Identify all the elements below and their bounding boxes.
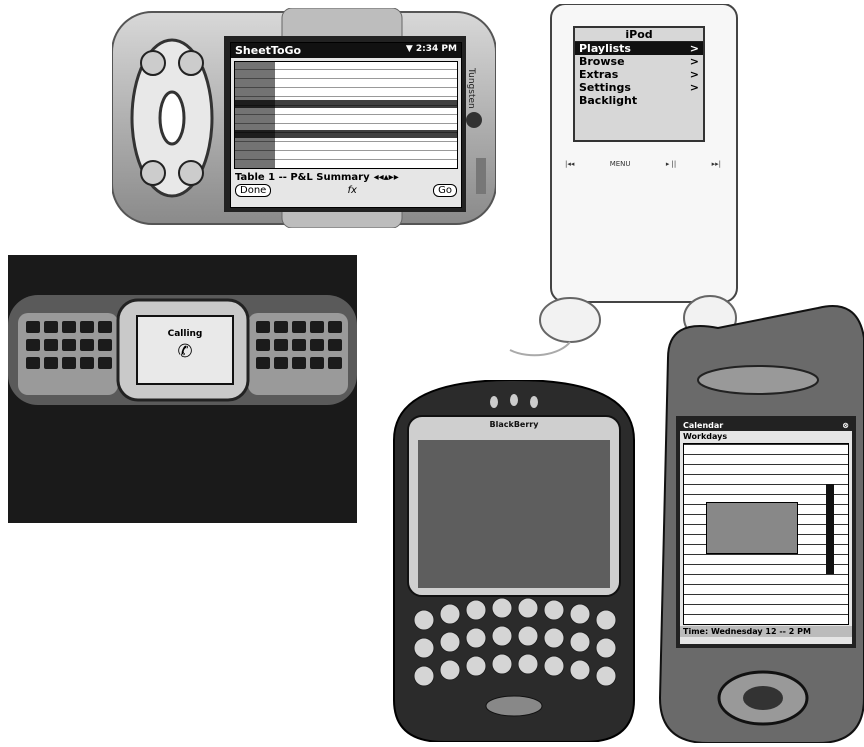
pda-device: Calendar ⊗ Workdays Time: Wednesday 12 -… <box>648 298 864 744</box>
ipod-screen: iPod Playlists > Browse > Extras > Settings… <box>573 26 705 142</box>
spreadsheet-grid[interactable] <box>234 61 458 169</box>
menu-item-settings[interactable]: Settings > <box>575 81 703 94</box>
menu-button[interactable]: MENU <box>610 160 631 168</box>
sheet-footer: Table 1 -- P&L Summary <box>235 172 370 183</box>
ipod-touch-buttons: |◂◂ MENU ▸ || ▸▸| <box>565 160 721 168</box>
pda-footer: Time: Wednesday 12 -- 2 PM <box>680 626 852 637</box>
app-title-bar: SheetToGo ▼ 2:34 PM <box>231 43 461 58</box>
chevron-right-icon: > <box>689 68 699 81</box>
ipod-device: iPod Playlists > Browse > Extras > Settings… <box>545 3 740 340</box>
play-pause-button[interactable]: ▸ || <box>666 160 676 168</box>
nokia-screen-text: Calling <box>167 329 203 339</box>
busy-column <box>826 484 834 574</box>
clock: ▼ 2:34 PM <box>405 44 457 54</box>
toolbar: Done fx Go <box>231 183 461 198</box>
app-title: SheetToGo <box>235 44 302 57</box>
menu-item-playlists[interactable]: Playlists > <box>575 42 703 55</box>
palm-device: SheetToGo ▼ 2:34 PM Table 1 -- P&L Summa… <box>111 7 497 229</box>
blackberry-device: BlackBerry <box>384 378 644 743</box>
chevron-right-icon: > <box>689 42 699 55</box>
done-button[interactable]: Done <box>235 184 272 197</box>
brand-label: Tungsten <box>466 68 476 109</box>
highlighted-row <box>235 100 457 108</box>
phone-icon: ✆ <box>177 341 193 362</box>
pda-title-bar: Calendar ⊗ <box>680 420 852 431</box>
blackberry-brand: BlackBerry <box>489 420 539 429</box>
menu-item-browse[interactable]: Browse > <box>575 55 703 68</box>
calendar-grid[interactable] <box>683 443 849 625</box>
sheet-screen: SheetToGo ▼ 2:34 PM Table 1 -- P&L Summa… <box>230 42 462 208</box>
highlighted-row <box>235 130 457 138</box>
menu-item-extras[interactable]: Extras > <box>575 68 703 81</box>
close-icon[interactable]: ⊗ <box>842 421 849 430</box>
chevron-right-icon: > <box>689 55 699 68</box>
blackberry-body <box>393 378 635 743</box>
fx-button[interactable]: fx <box>347 185 356 196</box>
appointment-popup[interactable] <box>706 502 798 554</box>
ipod-title: iPod <box>625 28 653 41</box>
row-header-column <box>235 62 275 168</box>
pda-view-label[interactable]: Workdays <box>680 431 852 442</box>
sheet-footer-row: Table 1 -- P&L Summary ◂◂▴▸▸ <box>231 172 461 183</box>
go-button[interactable]: Go <box>433 184 457 197</box>
pda-app-title: Calendar <box>683 421 724 430</box>
nokia-device <box>8 295 357 405</box>
chevron-right-icon: > <box>689 81 699 94</box>
ipod-title-bar: iPod <box>575 28 703 42</box>
nokia-photo: Calling ✆ <box>8 255 357 523</box>
menu-item-backlight[interactable]: Backlight <box>575 94 703 107</box>
previous-button[interactable]: |◂◂ <box>565 160 574 168</box>
next-button[interactable]: ▸▸| <box>712 160 721 168</box>
nav-arrows-icon[interactable]: ◂◂▴▸▸ <box>374 172 399 183</box>
pda-screen: Calendar ⊗ Workdays Time: Wednesday 12 -… <box>680 420 852 644</box>
nokia-screen: Calling ✆ <box>136 315 234 385</box>
ipod-menu: Playlists > Browse > Extras > Settings > Bac… <box>575 42 703 107</box>
